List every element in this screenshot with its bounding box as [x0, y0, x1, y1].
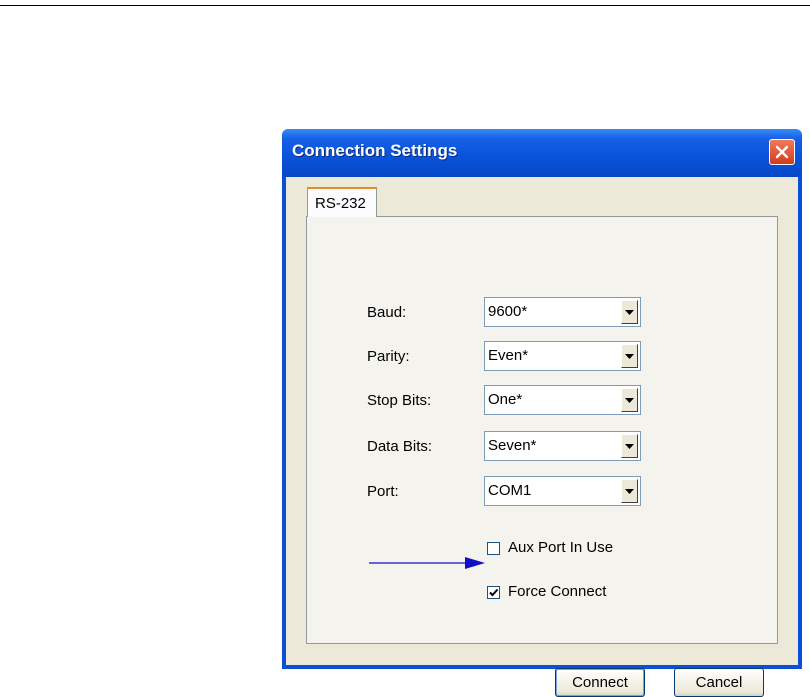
- data-bits-dropdown-button[interactable]: [621, 434, 638, 458]
- force-connect-checkbox[interactable]: [487, 586, 500, 599]
- port-select[interactable]: COM1: [484, 476, 641, 506]
- data-bits-value: Seven*: [488, 437, 537, 454]
- tab-panel-rs-232: Baud: 9600* Parity: Even* Stop Bits: One…: [306, 216, 778, 644]
- aux-port-checkbox[interactable]: [487, 542, 500, 555]
- parity-value: Even*: [488, 347, 529, 364]
- checkmark-icon: [489, 588, 499, 597]
- dialog-client-area: RS-232 Baud: 9600* Parity: Even* Stop Bi…: [286, 177, 798, 697]
- port-value: COM1: [488, 482, 532, 499]
- baud-label: Baud:: [367, 304, 407, 321]
- chevron-down-icon: [625, 488, 634, 494]
- window-title: Connection Settings: [292, 141, 458, 160]
- title-bar[interactable]: Connection Settings: [282, 129, 802, 177]
- data-bits-select[interactable]: Seven*: [484, 431, 641, 461]
- cancel-button[interactable]: Cancel: [674, 668, 764, 697]
- data-bits-label: Data Bits:: [367, 438, 433, 455]
- parity-select[interactable]: Even*: [484, 341, 641, 371]
- stop-bits-select[interactable]: One*: [484, 385, 641, 415]
- connect-button[interactable]: Connect: [555, 668, 645, 697]
- page-top-rule: [0, 5, 810, 6]
- stop-bits-label: Stop Bits:: [367, 392, 432, 409]
- force-connect-label[interactable]: Force Connect: [508, 583, 606, 600]
- stop-bits-dropdown-button[interactable]: [621, 388, 638, 412]
- stop-bits-value: One*: [488, 391, 523, 408]
- close-button[interactable]: [769, 139, 795, 165]
- aux-port-label[interactable]: Aux Port In Use: [508, 539, 613, 556]
- tab-rs-232[interactable]: RS-232: [307, 187, 377, 217]
- port-label: Port:: [367, 483, 399, 500]
- parity-label: Parity:: [367, 348, 410, 365]
- connection-settings-dialog: Connection Settings RS-232 Baud: 9600* P…: [282, 129, 802, 697]
- parity-dropdown-button[interactable]: [621, 344, 638, 368]
- baud-select[interactable]: 9600*: [484, 297, 641, 327]
- close-icon: [775, 145, 789, 159]
- baud-dropdown-button[interactable]: [621, 300, 638, 324]
- chevron-down-icon: [625, 309, 634, 315]
- chevron-down-icon: [625, 443, 634, 449]
- port-dropdown-button[interactable]: [621, 479, 638, 503]
- chevron-down-icon: [625, 353, 634, 359]
- pointer-arrow-icon: [369, 557, 485, 569]
- baud-value: 9600*: [488, 303, 528, 320]
- chevron-down-icon: [625, 397, 634, 403]
